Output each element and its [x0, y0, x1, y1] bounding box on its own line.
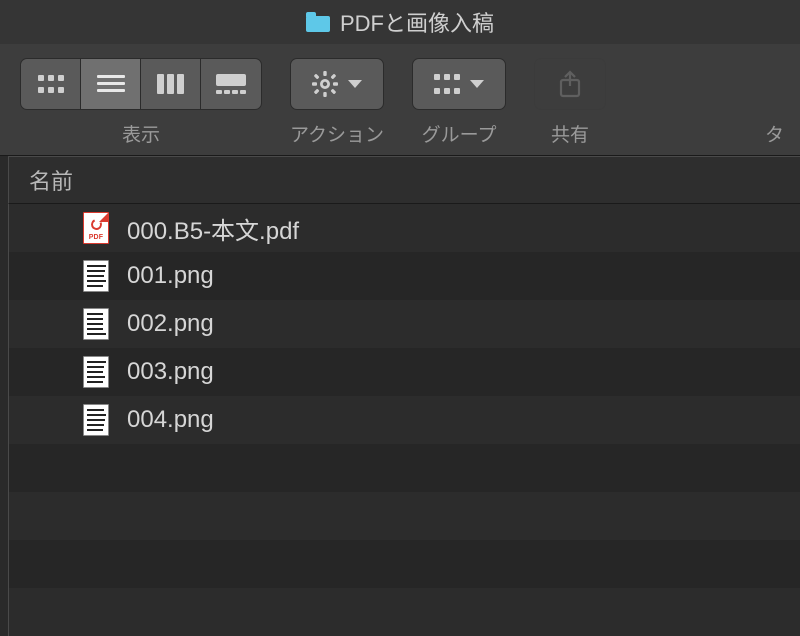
- file-name: 001.png: [127, 262, 214, 290]
- file-row[interactable]: 002.png: [9, 300, 800, 348]
- file-row[interactable]: 001.png: [9, 252, 800, 300]
- tag-group-partial: タ: [765, 58, 784, 147]
- group-label: グループ: [422, 120, 497, 147]
- file-row[interactable]: PDF 000.B5-本文.pdf: [9, 204, 800, 252]
- empty-row: [9, 588, 800, 636]
- file-name: 003.png: [127, 358, 214, 386]
- image-file-icon: [83, 260, 109, 292]
- gallery-view-button[interactable]: [201, 59, 261, 109]
- folder-icon: [306, 12, 330, 32]
- empty-row: [9, 492, 800, 540]
- chevron-down-icon: [470, 80, 484, 88]
- column-header-name[interactable]: 名前: [29, 164, 73, 196]
- action-label: アクション: [290, 120, 384, 147]
- empty-row: [9, 540, 800, 588]
- view-label: 表示: [122, 120, 160, 147]
- file-list: PDF 000.B5-本文.pdf 001.png 002.png 003.png 004…: [8, 204, 800, 636]
- image-file-icon: [83, 308, 109, 340]
- tag-label: タ: [765, 120, 784, 147]
- icon-view-button[interactable]: [21, 59, 81, 109]
- view-switcher-group: 表示: [20, 58, 262, 147]
- action-menu-button[interactable]: [291, 59, 383, 109]
- column-view-button[interactable]: [141, 59, 201, 109]
- share-icon: [559, 70, 581, 98]
- share-group: 共有: [534, 58, 606, 147]
- image-file-icon: [83, 356, 109, 388]
- view-switcher: [20, 58, 262, 110]
- empty-row: [9, 444, 800, 492]
- window-titlebar: PDFと画像入稿: [0, 0, 800, 44]
- action-group: アクション: [290, 58, 384, 147]
- grid-group-icon: [434, 74, 460, 94]
- window-title: PDFと画像入稿: [340, 6, 494, 38]
- pdf-file-icon: PDF: [83, 212, 109, 244]
- file-name: 000.B5-本文.pdf: [127, 211, 299, 246]
- file-name: 002.png: [127, 310, 214, 338]
- file-name: 004.png: [127, 406, 214, 434]
- group-menu-button[interactable]: [413, 59, 505, 109]
- gear-icon: [312, 71, 338, 97]
- group-group: グループ: [412, 58, 506, 147]
- list-view-button[interactable]: [81, 59, 141, 109]
- file-row[interactable]: 004.png: [9, 396, 800, 444]
- column-header-row[interactable]: 名前: [8, 156, 800, 204]
- share-label: 共有: [551, 120, 589, 147]
- share-button[interactable]: [534, 58, 606, 110]
- chevron-down-icon: [348, 80, 362, 88]
- image-file-icon: [83, 404, 109, 436]
- toolbar: 表示 アクション グループ 共有 タ: [0, 44, 800, 156]
- file-row[interactable]: 003.png: [9, 348, 800, 396]
